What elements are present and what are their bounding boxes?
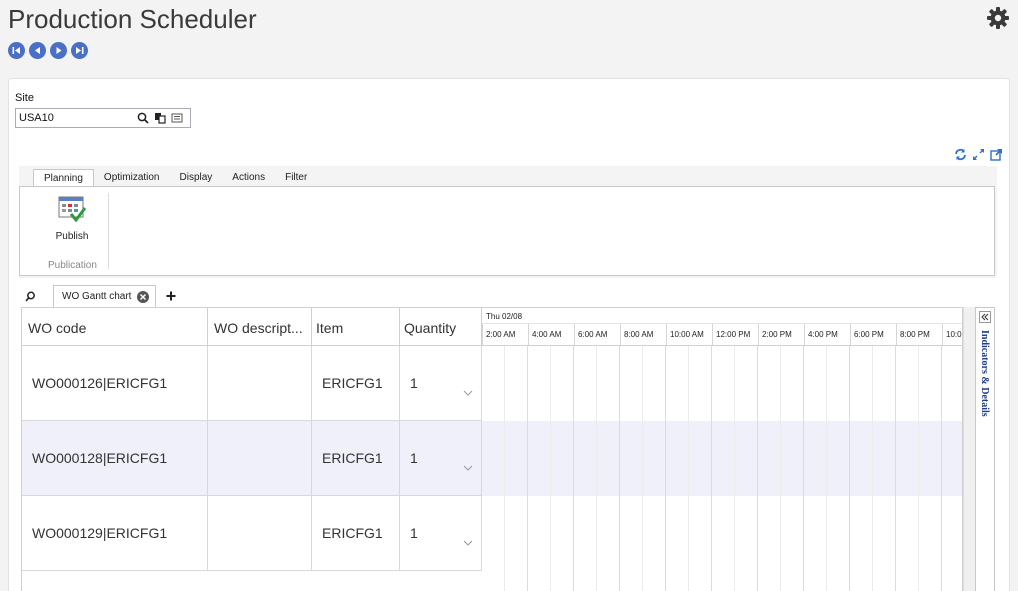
tab-label: WO Gantt chart xyxy=(62,291,132,302)
collapse-icon[interactable] xyxy=(979,311,991,323)
previous-icon[interactable] xyxy=(29,42,46,59)
first-icon[interactable] xyxy=(8,42,25,59)
gantt-grid: WO code WO descript... Item Quantity WO0… xyxy=(21,307,963,591)
site-field xyxy=(15,108,191,128)
vertical-scrollbar[interactable] xyxy=(963,307,975,591)
hour-label: 8:00 PM xyxy=(896,324,942,345)
plus-icon[interactable] xyxy=(164,289,178,303)
wo-description-cell xyxy=(208,496,312,570)
publication-group-label: Publication xyxy=(48,260,97,271)
column-quantity[interactable]: Quantity xyxy=(400,308,482,345)
site-label: Site xyxy=(15,92,34,104)
next-icon[interactable] xyxy=(50,42,67,59)
ribbon: Planning Optimization Display Actions Fi… xyxy=(19,166,997,278)
indicators-details-panel[interactable]: Indicators & Details xyxy=(975,307,995,591)
tab-optimization[interactable]: Optimization xyxy=(94,169,170,187)
table-row[interactable]: WO000128|ERICFG1 ERICFG1 1 xyxy=(22,421,482,496)
quantity-cell[interactable]: 1 xyxy=(400,346,482,420)
expand-icon[interactable] xyxy=(971,147,985,161)
wo-code-cell: WO000129|ERICFG1 xyxy=(22,496,208,570)
tab-planning[interactable]: Planning xyxy=(33,169,94,187)
gantt-timeline[interactable]: Thu 02/08 2:00 AM 4:00 AM 6:00 AM 8:00 A… xyxy=(482,308,962,591)
hour-label: 2:00 PM xyxy=(758,324,804,345)
wo-description-cell xyxy=(208,346,312,420)
hour-label: 6:00 PM xyxy=(850,324,896,345)
column-item[interactable]: Item xyxy=(312,308,400,345)
item-cell: ERICFG1 xyxy=(312,496,400,570)
wo-code-cell: WO000128|ERICFG1 xyxy=(22,421,208,495)
select-icon[interactable] xyxy=(152,110,168,126)
timeline-date: Thu 02/08 xyxy=(482,308,962,324)
hour-label: 4:00 AM xyxy=(528,324,574,345)
chevron-down-icon[interactable] xyxy=(463,540,473,546)
hour-label: 10:00 AM xyxy=(666,324,712,345)
ribbon-body: Publish Publication xyxy=(19,186,995,276)
main-panel: Site Planning Optimization Display Actio… xyxy=(8,78,1010,591)
search-icon[interactable] xyxy=(19,286,41,306)
timeline-row[interactable] xyxy=(482,421,962,496)
timeline-row[interactable] xyxy=(482,496,962,571)
ribbon-tabs: Planning Optimization Display Actions Fi… xyxy=(33,169,317,187)
close-icon[interactable] xyxy=(137,290,150,303)
publish-button[interactable]: Publish xyxy=(46,195,98,242)
ribbon-divider xyxy=(108,193,109,269)
wo-table: WO code WO descript... Item Quantity WO0… xyxy=(22,308,482,571)
hour-label: 4:00 PM xyxy=(804,324,850,345)
search-icon[interactable] xyxy=(135,110,151,126)
tab-filter[interactable]: Filter xyxy=(275,169,317,187)
hour-label: 2:00 AM xyxy=(482,324,528,345)
quantity-cell[interactable]: 1 xyxy=(400,421,482,495)
chevron-down-icon[interactable] xyxy=(463,390,473,396)
quantity-value: 1 xyxy=(410,525,418,541)
indicators-details-label[interactable]: Indicators & Details xyxy=(979,330,990,417)
hour-label: 10:00 PM xyxy=(942,324,962,345)
record-navigation xyxy=(8,42,88,59)
table-row[interactable]: WO000126|ERICFG1 ERICFG1 1 xyxy=(22,346,482,421)
publish-icon xyxy=(58,196,87,223)
gear-icon[interactable] xyxy=(986,6,1010,30)
item-cell: ERICFG1 xyxy=(312,346,400,420)
chevron-down-icon[interactable] xyxy=(463,465,473,471)
timeline-rows xyxy=(482,346,962,571)
gantt-tab-bar: WO Gantt chart xyxy=(19,285,178,307)
page-title: Production Scheduler xyxy=(8,4,257,34)
hour-label: 8:00 AM xyxy=(620,324,666,345)
hour-label: 6:00 AM xyxy=(574,324,620,345)
wo-code-cell: WO000126|ERICFG1 xyxy=(22,346,208,420)
tab-display[interactable]: Display xyxy=(170,169,223,187)
external-link-icon[interactable] xyxy=(989,147,1003,161)
column-wo-description[interactable]: WO descript... xyxy=(208,308,312,345)
wo-description-cell xyxy=(208,421,312,495)
detail-icon[interactable] xyxy=(169,110,185,126)
site-input[interactable] xyxy=(16,112,134,124)
quantity-cell[interactable]: 1 xyxy=(400,496,482,570)
refresh-icon[interactable] xyxy=(953,147,967,161)
tab-wo-gantt-chart[interactable]: WO Gantt chart xyxy=(53,285,157,307)
hour-label: 12:00 PM xyxy=(712,324,758,345)
panel-tools xyxy=(953,147,1003,161)
table-row[interactable]: WO000129|ERICFG1 ERICFG1 1 xyxy=(22,496,482,571)
quantity-value: 1 xyxy=(410,375,418,391)
table-header: WO code WO descript... Item Quantity xyxy=(22,308,482,346)
timeline-hours: 2:00 AM 4:00 AM 6:00 AM 8:00 AM 10:00 AM… xyxy=(482,324,962,346)
item-cell: ERICFG1 xyxy=(312,421,400,495)
timeline-row[interactable] xyxy=(482,346,962,421)
quantity-value: 1 xyxy=(410,450,418,466)
column-wo-code[interactable]: WO code xyxy=(22,308,208,345)
publish-label: Publish xyxy=(55,231,89,242)
tab-actions[interactable]: Actions xyxy=(222,169,275,187)
last-icon[interactable] xyxy=(71,42,88,59)
